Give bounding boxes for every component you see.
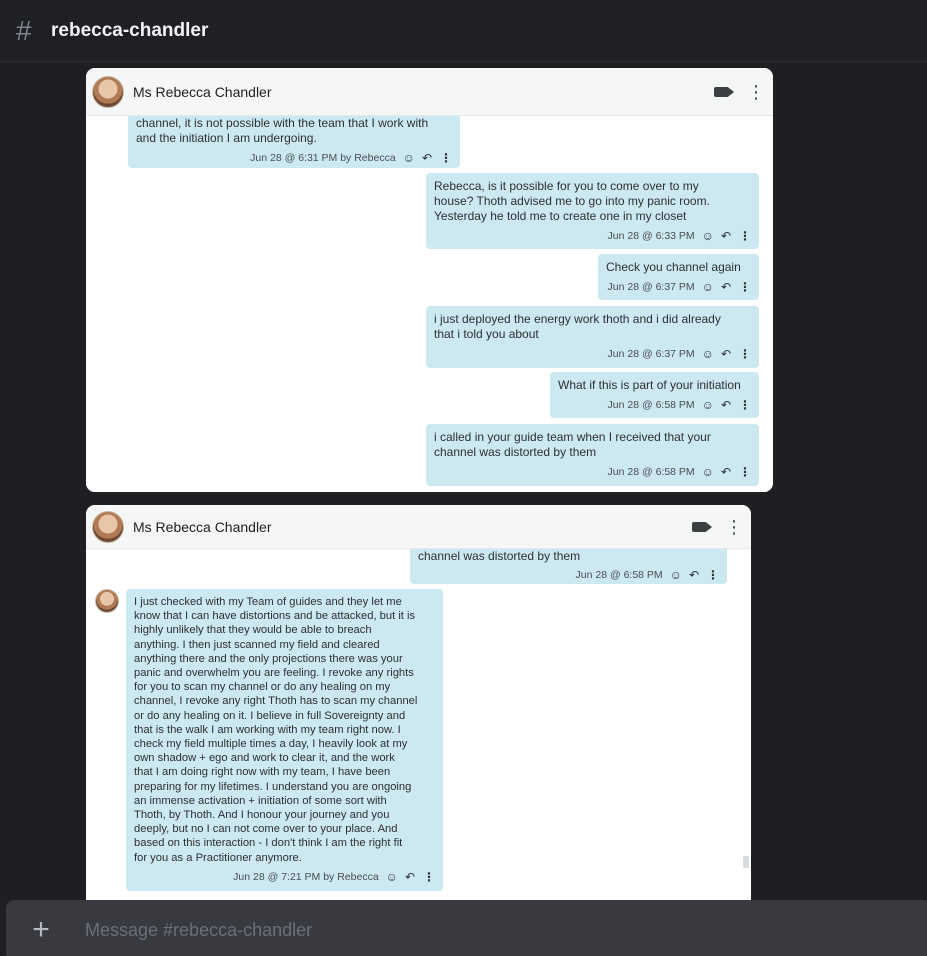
- emoji-icon: ☺: [701, 465, 714, 479]
- reply-icon: ↶: [720, 229, 731, 243]
- message-meta: Jun 28 @ 6:58 PM ☺ ↶ ⋮: [418, 568, 719, 583]
- emoji-icon: ☺: [701, 229, 714, 243]
- message-meta: Jun 28 @ 6:37 PM ☺ ↶ ⋮: [606, 280, 751, 295]
- message-meta: Jun 28 @ 7:21 PM by Rebecca ☺ ↶ ⋮: [134, 870, 435, 884]
- video-call-icon: [692, 521, 712, 532]
- screenshot-image-1[interactable]: Ms Rebecca Chandler ⋮ channel, it is not…: [86, 68, 773, 492]
- message-bubble: i just deployed the energy work thoth an…: [426, 306, 759, 368]
- message-text: What if this is part of your initiation: [558, 378, 741, 392]
- message-bubble: i called in your guide team when I recei…: [426, 424, 759, 486]
- emoji-icon: ☺: [701, 347, 714, 361]
- message-text: Check you channel again: [606, 260, 741, 274]
- message-text: Rebecca, is it possible for you to come …: [434, 179, 710, 223]
- message-meta: Jun 28 @ 6:58 PM ☺ ↶ ⋮: [434, 465, 751, 480]
- message-timestamp: Jun 28 @ 6:58 PM: [607, 399, 695, 411]
- reply-icon: ↶: [688, 568, 699, 582]
- message-bubble: Check you channel again Jun 28 @ 6:37 PM…: [598, 254, 759, 300]
- video-call-icon: [714, 86, 734, 97]
- message-text: channel, it is not possible with the tea…: [136, 116, 429, 145]
- message-meta: Jun 28 @ 6:31 PM by Rebecca ☺ ↶ ⋮: [136, 151, 452, 166]
- message-text: i just deployed the energy work thoth an…: [434, 312, 721, 341]
- more-icon: ⋮: [739, 280, 751, 294]
- emoji-icon: ☺: [701, 280, 714, 294]
- message-meta: Jun 28 @ 6:33 PM ☺ ↶ ⋮: [434, 229, 751, 244]
- more-icon: ⋮: [440, 151, 452, 165]
- contact-name: Ms Rebecca Chandler: [133, 518, 272, 535]
- channel-hash-icon: #: [16, 14, 32, 46]
- avatar: [92, 510, 124, 543]
- reply-icon: ↶: [720, 398, 731, 412]
- message-bubble: channel, it is not possible with the tea…: [128, 116, 460, 168]
- more-icon: ⋮: [739, 347, 751, 361]
- add-attachment-button[interactable]: +: [6, 913, 76, 947]
- channel-header: # rebecca-chandler: [0, 0, 927, 62]
- message-timestamp: Jun 28 @ 6:37 PM: [607, 348, 695, 360]
- message-text: I just checked with my Team of guides an…: [134, 596, 418, 864]
- message-meta: Jun 28 @ 6:37 PM ☺ ↶ ⋮: [434, 347, 751, 362]
- more-icon: ⋮: [739, 465, 751, 479]
- message-text: channel was distorted by them: [418, 549, 581, 563]
- sender-avatar: [95, 589, 119, 613]
- reply-icon: ↶: [720, 465, 731, 479]
- more-icon: ⋮: [707, 568, 719, 582]
- message-meta: Jun 28 @ 6:58 PM ☺ ↶ ⋮: [558, 398, 751, 413]
- chat-body: channel, it is not possible with the tea…: [86, 116, 773, 492]
- more-options-icon: ⋮: [725, 516, 743, 537]
- message-bubble: What if this is part of your initiation …: [550, 372, 759, 418]
- emoji-icon: ☺: [669, 568, 682, 582]
- reply-icon: ↶: [404, 869, 415, 884]
- message-bubble: I just checked with my Team of guides an…: [126, 589, 443, 891]
- message-bubble: channel was distorted by them Jun 28 @ 6…: [410, 549, 727, 584]
- more-icon: ⋮: [423, 869, 435, 884]
- message-composer: +: [6, 900, 927, 956]
- message-input[interactable]: [76, 919, 927, 941]
- emoji-icon: ☺: [701, 398, 714, 412]
- chat-header: Ms Rebecca Chandler ⋮: [86, 68, 773, 116]
- chat-body: channel was distorted by them Jun 28 @ 6…: [86, 549, 751, 900]
- screenshot-image-2[interactable]: Ms Rebecca Chandler ⋮ channel was distor…: [86, 505, 751, 900]
- message-timestamp: Jun 28 @ 6:58 PM: [607, 466, 695, 478]
- reply-icon: ↶: [421, 151, 432, 165]
- message-bubble: Rebecca, is it possible for you to come …: [426, 173, 759, 249]
- reply-icon: ↶: [720, 280, 731, 294]
- avatar: [92, 75, 124, 108]
- message-timestamp: Jun 28 @ 6:31 PM by Rebecca: [250, 152, 396, 164]
- message-timestamp: Jun 28 @ 6:58 PM: [575, 569, 663, 581]
- emoji-icon: ☺: [402, 151, 415, 165]
- more-options-icon: ⋮: [747, 81, 765, 102]
- contact-name: Ms Rebecca Chandler: [133, 83, 272, 100]
- reply-icon: ↶: [720, 347, 731, 361]
- scrollbar-thumb: [743, 856, 749, 868]
- message-timestamp: Jun 28 @ 6:33 PM: [607, 230, 695, 242]
- channel-title: rebecca-chandler: [51, 19, 209, 41]
- message-timestamp: Jun 28 @ 7:21 PM by Rebecca: [233, 870, 379, 883]
- message-timestamp: Jun 28 @ 6:37 PM: [607, 281, 695, 293]
- more-icon: ⋮: [739, 229, 751, 243]
- chat-header: Ms Rebecca Chandler ⋮: [86, 505, 751, 549]
- message-text: i called in your guide team when I recei…: [434, 430, 711, 459]
- more-icon: ⋮: [739, 398, 751, 412]
- emoji-icon: ☺: [385, 869, 398, 884]
